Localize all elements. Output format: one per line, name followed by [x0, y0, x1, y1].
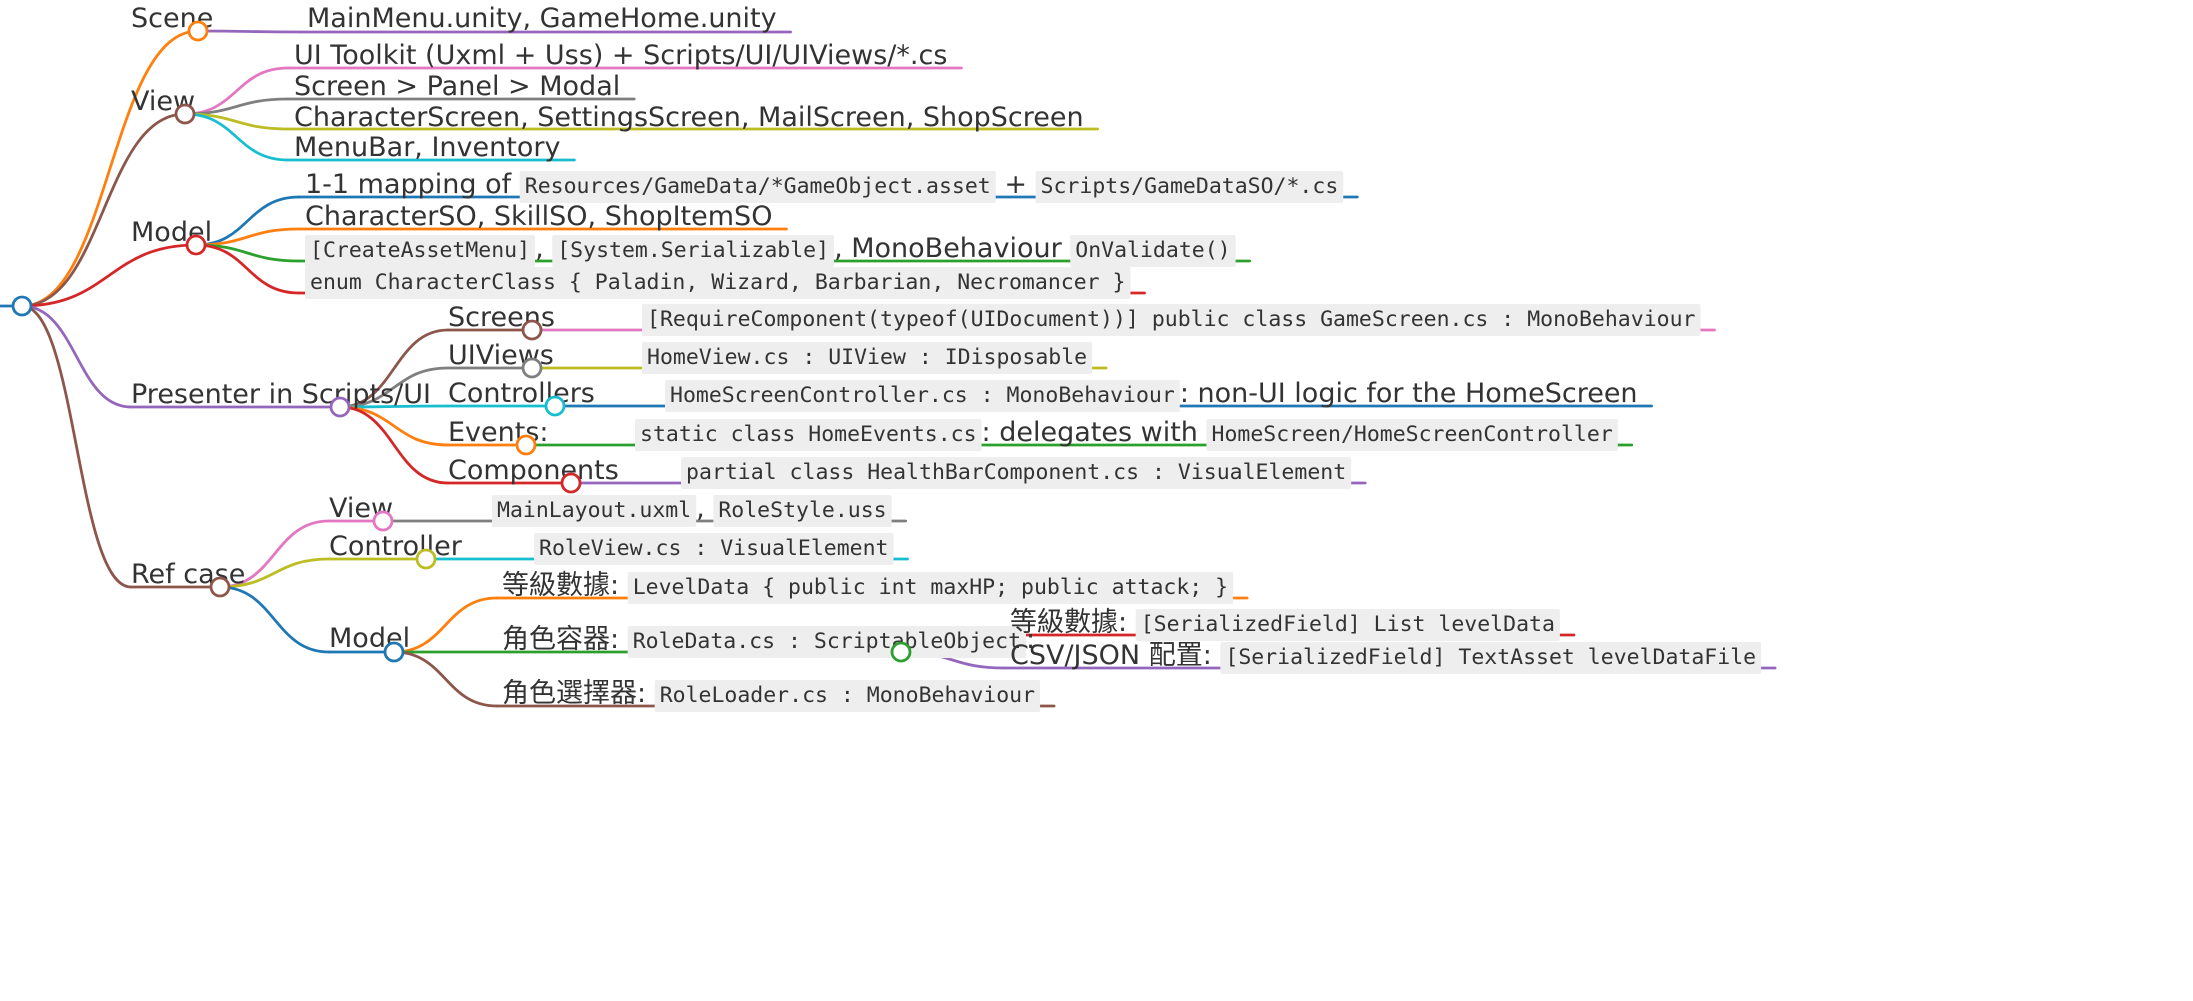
refcase-view-node-icon — [372, 510, 394, 532]
scene-node-icon — [187, 20, 209, 42]
view-item: CharacterScreen, SettingsScreen, MailScr… — [294, 102, 1084, 133]
mind-map-diagram: Scene MainMenu.unity, GameHome.unityViewU… — [0, 3, 1777, 712]
model-node-icon — [185, 234, 207, 256]
inline-code: LevelData { public int maxHP; public att… — [633, 575, 1228, 600]
item-text: CSV/JSON 配置: — [1010, 640, 1220, 671]
branch-label-presenter: Presenter in Scripts/UI — [131, 379, 431, 410]
scene-item: MainMenu.unity, GameHome.unity — [307, 3, 777, 34]
item-text: MenuBar, Inventory — [294, 132, 560, 163]
inline-code: [CreateAssetMenu] — [310, 238, 530, 263]
item-text: : non-UI logic for the HomeScreen — [1180, 378, 1638, 409]
model-item: [CreateAssetMenu], [System.Serializable]… — [305, 233, 1236, 267]
presenter-child-node-icon — [521, 357, 543, 379]
presenter-child-content: partial class HealthBarComponent.cs : Vi… — [681, 457, 1352, 489]
item-text: 角色容器: — [502, 624, 628, 655]
item-text: + — [996, 169, 1036, 200]
inline-code: Scripts/GameDataSO/*.cs — [1041, 174, 1339, 199]
presenter-child-content: static class HomeEvents.cs: delegates wi… — [635, 417, 1618, 451]
item-text: 1-1 mapping of — [305, 169, 520, 200]
presenter-child-node-icon — [544, 395, 566, 417]
refcase-view-content: MainLayout.uxml, RoleStyle.uss — [492, 493, 892, 527]
inline-code: [SerializedField] TextAsset levelDataFil… — [1225, 645, 1756, 670]
model-item: enum CharacterClass { Paladin, Wizard, B… — [305, 267, 1131, 299]
refcase-role-container: 角色容器: RoleData.cs : ScriptableObject: — [502, 624, 1035, 658]
inline-code: OnValidate() — [1075, 238, 1230, 263]
root-node-icon — [11, 295, 33, 317]
presenter-child-edge — [338, 405, 450, 447]
model-item: CharacterSO, SkillSO, ShopItemSO — [305, 201, 772, 232]
model-item: 1-1 mapping of Resources/GameData/*GameO… — [305, 169, 1344, 203]
branch-scene — [20, 29, 200, 308]
item-text: : delegates with — [982, 417, 1207, 448]
presenter-child-content: [RequireComponent(typeof(UIDocument))] p… — [642, 304, 1701, 336]
inline-code: HomeScreenController.cs : MonoBehaviour — [670, 383, 1175, 408]
mind-map-contents: Scene MainMenu.unity, GameHome.unityViewU… — [131, 3, 1762, 712]
refcase-role-container-child: CSV/JSON 配置: [SerializedField] TextAsset… — [1010, 640, 1762, 674]
inline-code: RoleData.cs : ScriptableObject — [633, 629, 1021, 654]
presenter-child-node-icon — [515, 434, 537, 456]
inline-code: static class HomeEvents.cs — [640, 422, 977, 447]
branch-refcase — [20, 304, 133, 589]
inline-code: enum CharacterClass { Paladin, Wizard, B… — [310, 270, 1125, 295]
presenter-child-content: HomeView.cs : UIView : IDisposable — [642, 342, 1093, 374]
item-text: UI Toolkit (Uxml + Uss) + Scripts/UI/UIV… — [294, 40, 947, 71]
presenter-child-content: HomeScreenController.cs : MonoBehaviour:… — [665, 378, 1638, 412]
refcase-node-icon — [209, 576, 231, 598]
item-text: 等級數據: — [502, 570, 628, 601]
scene-item-edge — [196, 29, 303, 34]
refcase-controller-content: RoleView.cs : VisualElement — [534, 533, 894, 565]
refcase-level-data: 等級數據: LevelData { public int maxHP; publ… — [502, 570, 1234, 604]
inline-code: Resources/GameData/*GameObject.asset — [525, 174, 991, 199]
view-item: Screen > Panel > Modal — [294, 71, 620, 102]
refcase-role-container-node-icon — [890, 641, 912, 663]
inline-code: [System.Serializable] — [557, 238, 829, 263]
inline-code: RoleLoader.cs : MonoBehaviour — [660, 683, 1035, 708]
inline-code: [RequireComponent(typeof(UIDocument))] p… — [647, 307, 1696, 332]
item-text: , — [696, 493, 713, 524]
view-item: MenuBar, Inventory — [294, 132, 560, 163]
refcase-role-loader: 角色選擇器: RoleLoader.cs : MonoBehaviour — [502, 678, 1041, 712]
inline-code: partial class HealthBarComponent.cs : Vi… — [686, 460, 1346, 485]
view-item: UI Toolkit (Uxml + Uss) + Scripts/UI/UIV… — [294, 40, 947, 71]
presenter-node-icon — [329, 396, 351, 418]
item-text: 等級數據: — [1010, 607, 1136, 638]
inline-code: [SerializedField] List levelData — [1141, 612, 1555, 637]
view-node-icon — [174, 103, 196, 125]
presenter-child-node-icon — [521, 319, 543, 341]
presenter-child-node-icon — [560, 472, 582, 494]
item-text: , — [535, 233, 552, 264]
inline-code: HomeScreen/HomeScreenController — [1212, 422, 1613, 447]
presenter-child-label: Components — [448, 455, 619, 486]
inline-code: RoleView.cs : VisualElement — [539, 536, 889, 561]
item-text: CharacterSO, SkillSO, ShopItemSO — [305, 201, 772, 232]
item-text: Screen > Panel > Modal — [294, 71, 620, 102]
item-text: MainMenu.unity, GameHome.unity — [307, 3, 777, 34]
refcase-role-container-child: 等級數據: [SerializedField] List levelData — [1010, 607, 1560, 641]
branch-view — [20, 112, 187, 308]
refcase-model-node-icon — [383, 641, 405, 663]
presenter-child-label: Controllers — [448, 378, 595, 409]
refcase-role-loader-edge — [392, 650, 499, 708]
refcase-model-edge — [218, 585, 331, 654]
inline-code: MainLayout.uxml — [497, 498, 691, 523]
item-text: 角色選擇器: — [502, 678, 655, 709]
inline-code: HomeView.cs : UIView : IDisposable — [647, 345, 1087, 370]
inline-code: RoleStyle.uss — [718, 498, 886, 523]
refcase-controller-node-icon — [415, 548, 437, 570]
refcase-controller-label: Controller — [329, 531, 463, 562]
branch-presenter — [20, 304, 133, 409]
item-text: CharacterScreen, SettingsScreen, MailScr… — [294, 102, 1084, 133]
item-text: , MonoBehaviour — [834, 233, 1070, 264]
